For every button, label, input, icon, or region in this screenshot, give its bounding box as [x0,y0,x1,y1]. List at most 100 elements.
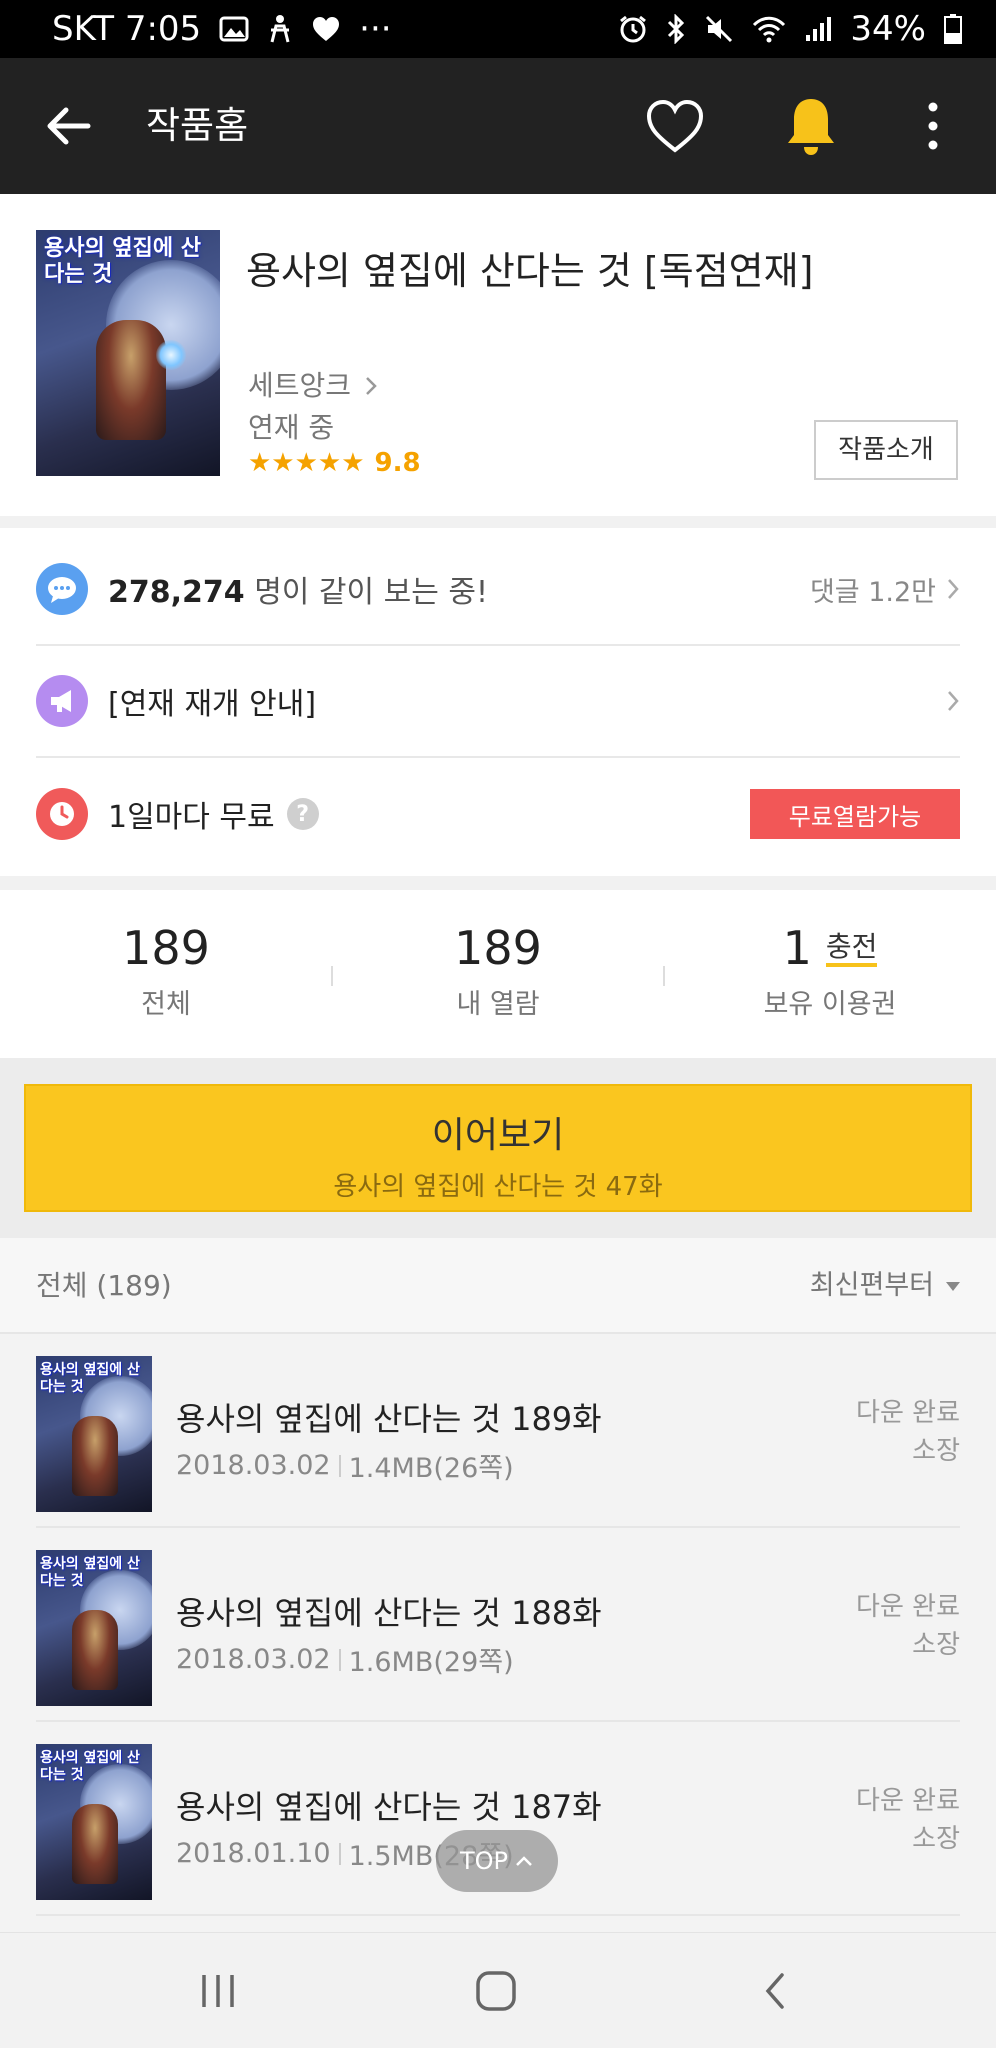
sort-label: 최신편부터 [809,1270,934,1301]
accessibility-icon [270,15,290,43]
sort-triangle-icon [946,1281,960,1291]
heart-status-icon [313,17,340,41]
intro-button[interactable]: 작품소개 [814,420,958,480]
stat-tickets-num: 1 [782,921,812,975]
battery-percent: 34% [850,9,926,49]
viewers-text: 278,274 명이 같이 보는 중! [108,567,488,611]
bluetooth-icon [668,14,685,44]
own-state: 소장 [912,1436,960,1466]
recent-apps-icon[interactable] [198,1971,238,2011]
app-bar: 작품홈 [0,58,996,194]
meta-divider [338,1842,341,1865]
author-name: 세트앙크 [248,369,352,402]
stat-total-num: 189 [122,921,210,975]
episode-state: 다운 완료소장 [856,1588,960,1664]
chevron-right-icon [948,691,959,711]
alarm-icon [620,15,647,43]
bell-icon[interactable] [785,95,837,157]
book-header: 용사의 옆집에 산다는 것 용사의 옆집에 산다는 것 [독점연재] 세트앙크 … [0,194,996,516]
meta-divider [338,1648,341,1671]
stat-total-label: 전체 [141,989,191,1020]
own-state: 소장 [912,1824,960,1854]
comments-link[interactable]: 댓글 1.2만 [810,570,960,609]
thumb-title: 용사의 옆집에 산다는 것 [40,1556,140,1589]
sort-dropdown[interactable]: 최신편부터 [810,1238,960,1334]
chevron-right-icon [948,579,959,599]
episode-title: 용사의 옆집에 산다는 것 187화 [176,1788,602,1826]
stat-read-label: 내 열람 [456,989,540,1020]
free-row: 1일마다 무료 ? 무료열람가능 [36,758,960,870]
episode-count: 전체 (189) [36,1269,172,1302]
cover-figure [96,320,166,440]
help-icon[interactable]: ? [286,798,319,830]
continue-episode: 용사의 옆집에 산다는 것 47화 [333,1172,663,1202]
rating-stars: ★★★★★ [248,448,365,478]
carrier-time: SKT 7:05 [52,9,202,49]
continue-section: 이어보기 용사의 옆집에 산다는 것 47화 [0,1058,996,1238]
viewers-row[interactable]: 278,274 명이 같이 보는 중! 댓글 1.2만 [36,534,960,646]
more-notifications: ··· [359,9,392,49]
episode-meta: 2018.03.02 1.6MB(29쪽) [176,1640,514,1679]
episode-meta: 2018.03.02 1.4MB(26쪽) [176,1446,514,1485]
book-cover[interactable]: 용사의 옆집에 산다는 것 [36,230,220,476]
image-icon [219,16,249,42]
wifi-icon [753,16,786,43]
charge-link[interactable]: 충전 [825,931,878,967]
clock-icon [36,788,88,840]
continue-button[interactable]: 이어보기 용사의 옆집에 산다는 것 47화 [24,1084,972,1212]
download-state: 다운 완료 [856,1398,960,1428]
notice-row[interactable]: [연재 재개 안내] [36,646,960,758]
list-header: 전체 (189) 최신편부터 [0,1238,996,1334]
back-nav-icon[interactable] [760,1971,790,2011]
comments-label: 댓글 1.2만 [809,576,936,608]
episode-size: 1.4MB(26쪽) [348,1453,514,1484]
episode-date: 2018.03.02 [176,1450,331,1481]
status-bar: SKT 7:05 ··· 34% [0,0,996,58]
list-item[interactable]: 용사의 옆집에 산다는 것 용사의 옆집에 산다는 것 188화 2018.03… [36,1528,960,1722]
system-nav-bar [0,1932,996,2048]
own-state: 소장 [912,1630,960,1660]
cover-title: 용사의 옆집에 산다는 것 [44,236,201,287]
chevron-up-icon [516,1856,532,1866]
mute-icon [706,15,733,43]
meta-divider [338,1454,341,1477]
page-title: 작품홈 [146,104,249,147]
download-state: 다운 완료 [856,1592,960,1622]
status-right: 34% [618,9,962,49]
episode-thumbnail: 용사의 옆집에 산다는 것 [36,1744,152,1900]
stat-tickets-label: 보유 이용권 [763,989,897,1020]
episode-state: 다운 완료소장 [856,1394,960,1470]
battery-icon [944,14,962,44]
free-badge[interactable]: 무료열람가능 [750,789,960,839]
stat-tickets: 1 충전 보유 이용권 [664,920,996,1021]
thumb-figure [72,1416,118,1496]
episode-state: 다운 완료 소장 [856,1782,960,1858]
episode-date: 2018.01.10 [176,1838,331,1869]
top-button[interactable]: TOP [436,1830,558,1892]
thumb-figure [72,1610,118,1690]
heart-icon[interactable] [645,98,705,154]
episode-date: 2018.03.02 [176,1644,331,1675]
home-icon[interactable] [474,1971,518,2011]
rating-score: 9.8 [374,448,421,478]
episode-thumbnail: 용사의 옆집에 산다는 것 [36,1550,152,1706]
more-vert-icon[interactable] [920,100,946,152]
list-item[interactable]: 용사의 옆집에 산다는 것 용사의 옆집에 산다는 것 189화 2018.03… [36,1334,960,1528]
author-link[interactable]: 세트앙크 [248,364,378,404]
stat-read: 189 내 열람 [332,920,664,1021]
serial-status: 연재 중 [248,411,335,444]
free-every-text: 1일마다 무료 [108,800,275,835]
back-arrow-icon[interactable] [44,102,92,150]
rating: ★★★★★ 9.8 [248,448,421,478]
viewers-count: 278,274 [108,575,245,610]
megaphone-icon [36,675,88,727]
book-title: 용사의 옆집에 산다는 것 [독점연재] [246,249,814,293]
episode-title: 용사의 옆집에 산다는 것 189화 [176,1400,602,1438]
status-left: SKT 7:05 ··· [52,9,392,49]
stat-total: 189 전체 [0,920,332,1021]
episode-title: 용사의 옆집에 산다는 것 188화 [176,1594,602,1632]
notice-chevron [946,689,960,713]
stat-read-num: 189 [454,921,542,975]
thumb-title: 용사의 옆집에 산다는 것 [40,1750,140,1783]
stat-tickets-row: 1 충전 [664,920,996,976]
